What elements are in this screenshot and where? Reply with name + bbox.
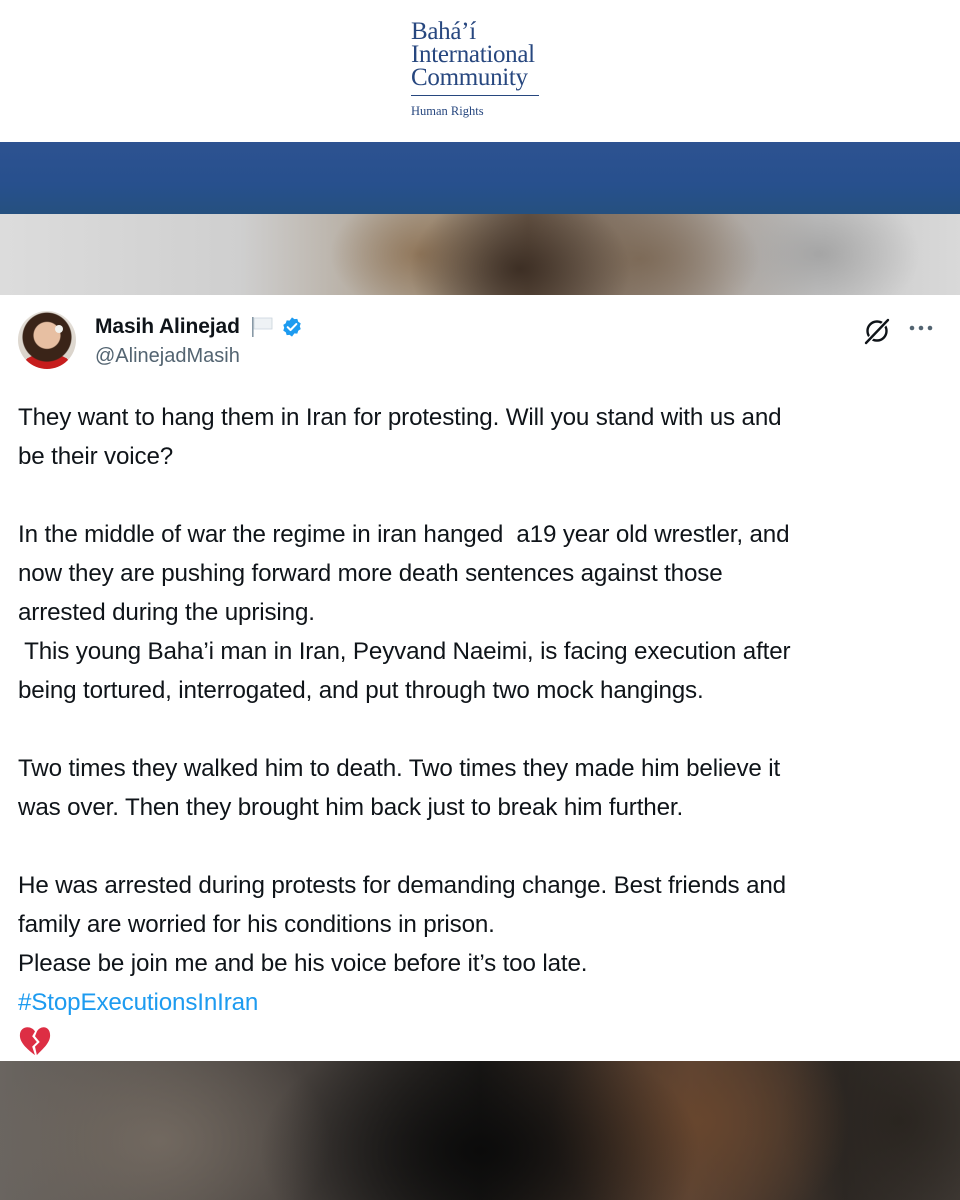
- logo-subtitle: Human Rights: [411, 104, 484, 118]
- tweet-line: Please be join me and be his voice befor…: [18, 950, 588, 977]
- blurred-photo-bottom: [0, 1061, 960, 1200]
- more-options-icon[interactable]: [905, 318, 937, 338]
- logo-line-1: Bahá’í: [411, 18, 476, 45]
- avatar[interactable]: [18, 311, 76, 369]
- tweet-line: He was arrested during protests for dema…: [18, 872, 786, 899]
- tweet-line: This young Baha’i man in Iran, Peyvand N…: [18, 638, 791, 665]
- tweet-line: Two times they walked him to death. Two …: [18, 755, 781, 782]
- tweet-line: arrested during the uprising.: [18, 599, 315, 626]
- tweet-line: be their voice?: [18, 443, 174, 470]
- tweet-card: Masih Alinejad @AlinejadMasih They want …: [0, 295, 960, 1061]
- tweet-line: being tortured, interrogated, and put th…: [18, 677, 704, 704]
- blurred-photo-top: [0, 214, 960, 295]
- author-row: Masih Alinejad: [95, 312, 303, 342]
- author-display-name[interactable]: Masih Alinejad: [95, 315, 240, 339]
- avatar-flower: [55, 325, 63, 333]
- tweet-line: now they are pushing forward more death …: [18, 560, 723, 587]
- tweet-line: family are worried for his conditions in…: [18, 911, 495, 938]
- tweet-line: In the middle of war the regime in iran …: [18, 521, 790, 548]
- broken-heart-icon: [19, 1027, 51, 1056]
- tweet-line: They want to hang them in Iran for prote…: [18, 404, 782, 431]
- tweet-line: was over. Then they brought him back jus…: [18, 794, 684, 821]
- logo-line-2: International: [411, 41, 535, 68]
- page-header: Bahá’í International Community Human Rig…: [0, 0, 960, 142]
- grok-icon[interactable]: [862, 316, 892, 346]
- logo-line-3: Community: [411, 64, 528, 91]
- tweet-text: They want to hang them in Iran for prote…: [18, 398, 948, 1058]
- blue-banner: [0, 142, 960, 214]
- logo-divider: [411, 95, 539, 96]
- verified-badge-icon: [283, 317, 301, 337]
- bic-logo: Bahá’í International Community Human Rig…: [411, 18, 539, 118]
- author-handle[interactable]: @AlinejadMasih: [95, 345, 240, 368]
- hashtag-link[interactable]: #StopExecutionsInIran: [18, 983, 948, 1022]
- white-flag-icon: [251, 317, 273, 337]
